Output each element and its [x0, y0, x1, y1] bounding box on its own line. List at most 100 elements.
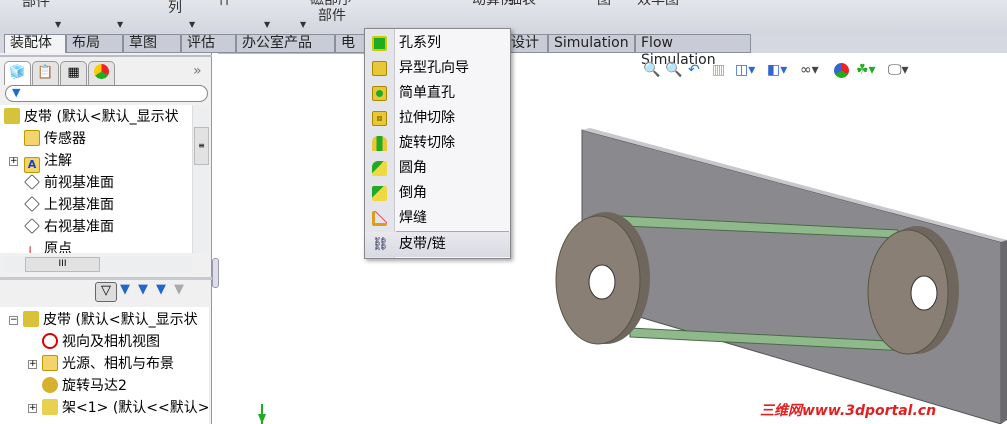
belt-chain-icon: ⛓ — [372, 237, 389, 252]
toolbar-label[interactable]: 部件 — [318, 8, 346, 24]
tree-item[interactable]: 视向及相机视图 — [42, 331, 160, 353]
tree-item[interactable]: 皮带 (默认<默认_显示状 — [23, 309, 198, 331]
part-icon — [42, 399, 58, 415]
plane-icon — [24, 174, 40, 190]
view-orientation-icon[interactable]: ◫▾ — [735, 62, 755, 78]
tree-item[interactable]: ⊥ 原点 — [24, 238, 72, 253]
vertical-scrollbar[interactable]: ≡ — [192, 105, 209, 253]
menu-item-extruded-cut[interactable]: 拉伸切除 — [365, 106, 510, 131]
panel-splitter[interactable] — [0, 277, 212, 280]
tree-item[interactable]: 旋转马达2 — [42, 375, 127, 397]
menu-item-hole-wizard[interactable]: 异型孔向导 — [365, 56, 510, 81]
menu-item-simple-hole[interactable]: 简单直孔 — [365, 81, 510, 106]
tab-simulation[interactable]: Simulation — [548, 34, 635, 53]
revolved-cut-icon — [372, 136, 387, 151]
toolbar-label[interactable]: 图 — [597, 0, 611, 8]
horizontal-scrollbar[interactable]: III — [4, 256, 192, 273]
dropdown-arrow-icon[interactable]: ▼ — [300, 20, 306, 29]
tree-item[interactable]: 光源、相机与布景 — [42, 353, 174, 375]
tab-layout[interactable]: 布局 — [66, 34, 123, 53]
tree-item[interactable]: 皮带 (默认<默认_显示状 — [4, 106, 179, 128]
toolbar-label[interactable]: 什 — [218, 0, 232, 8]
toolbar-label[interactable]: 磁部序 — [310, 0, 352, 8]
tab-assembly[interactable]: 装配体 — [4, 34, 66, 54]
edit-appearance-icon[interactable] — [834, 63, 849, 78]
extruded-cut-icon — [372, 111, 387, 126]
menu-item-chamfer[interactable]: 倒角 — [365, 181, 510, 206]
tree-item[interactable]: 前视基准面 — [24, 172, 114, 194]
fillet-icon — [372, 161, 387, 176]
filter-toggle-icon[interactable]: ▽ — [95, 282, 117, 302]
menu-item-label: 异型孔向导 — [399, 60, 469, 76]
filter-input[interactable]: ▼ — [5, 85, 208, 102]
tree-item-label: 右视基准面 — [44, 219, 114, 235]
tab-evaluate[interactable]: 评估 — [181, 34, 236, 53]
hole-wizard-icon — [372, 61, 387, 76]
dropdown-arrow-icon[interactable]: ▼ — [117, 20, 123, 29]
tree-item[interactable]: 右视基准面 — [24, 216, 114, 238]
section-view-icon[interactable]: ▥ — [712, 62, 725, 78]
menu-item-label: 旋转切除 — [399, 135, 455, 151]
hide-show-items-icon[interactable]: ∞▾ — [800, 62, 819, 78]
menu-item-label: 圆角 — [399, 160, 427, 176]
tab-design[interactable]: 设计 — [505, 34, 548, 53]
menu-item-hole-series[interactable]: 孔系列 — [365, 31, 510, 56]
tab-office-products[interactable]: 办公室产品 — [236, 34, 335, 53]
dropdown-arrow-icon[interactable]: ▼ — [189, 20, 195, 29]
sensor-folder-icon — [24, 130, 40, 146]
menu-item-label: 焊缝 — [399, 210, 427, 226]
zoom-to-area-icon[interactable]: 🔍 — [665, 62, 682, 78]
tree-item-label: 皮带 (默认<默认_显示状 — [43, 312, 198, 328]
filter-icon[interactable]: ▼ — [12, 86, 20, 99]
menu-item-revolved-cut[interactable]: 旋转切除 — [365, 131, 510, 156]
tab-feature-manager[interactable]: 🧊 — [4, 61, 31, 85]
expand-panel-icon[interactable]: » — [193, 63, 202, 79]
expand-icon[interactable]: + — [28, 404, 37, 413]
viewport-border — [218, 53, 368, 57]
tree-item-label: 传感器 — [44, 131, 86, 147]
tab-flow-simulation[interactable]: Flow Simulation — [635, 34, 751, 68]
menu-item-belt-chain[interactable]: ⛓ 皮带/链 — [365, 232, 510, 257]
menu-item-fillet[interactable]: 圆角 — [365, 156, 510, 181]
camera-view-icon — [42, 333, 58, 349]
menu-item-label: 皮带/链 — [399, 236, 446, 252]
expand-icon[interactable]: + — [28, 360, 37, 369]
tab-property-manager[interactable]: 📋 — [32, 61, 59, 85]
motion-filter-icons[interactable]: ▼▼▼▼ — [120, 282, 192, 297]
toolbar-label[interactable]: 部件 — [22, 0, 50, 10]
toolbar-label[interactable]: 列 — [168, 0, 182, 16]
tree-item-label: 光源、相机与布景 — [62, 356, 174, 372]
rotary-motor-icon — [42, 377, 58, 393]
motion-tree: − 皮带 (默认<默认_显示状 视向及相机视图 + 光源、相机与布景 旋转马达2… — [0, 307, 209, 424]
menu-item-label: 简单直孔 — [399, 85, 455, 101]
view-settings-icon[interactable]: 🖵▾ — [888, 62, 909, 78]
tree-item-label: 原点 — [44, 241, 72, 253]
triad-icon — [258, 404, 266, 424]
tree-item[interactable]: 架<1> (默认<<默认> — [42, 397, 209, 419]
previous-view-icon[interactable]: ↶ — [688, 62, 700, 78]
display-style-icon[interactable]: ◧▾ — [767, 62, 787, 78]
dropdown-arrow-icon[interactable]: ▼ — [55, 20, 61, 29]
zoom-to-fit-icon[interactable]: 🔍 — [643, 62, 660, 78]
chamfer-icon — [372, 186, 387, 201]
scrollbar-thumb[interactable]: III — [25, 257, 100, 272]
tree-item[interactable]: 上视基准面 — [24, 194, 114, 216]
panel-collapse-handle[interactable] — [212, 258, 219, 288]
menu-item-label: 倒角 — [399, 185, 427, 201]
tab-sketch[interactable]: 草图 — [123, 34, 181, 53]
toolbar-label[interactable]: 细表 — [508, 0, 536, 8]
tree-item[interactable]: A 注解 — [24, 150, 72, 173]
toolbar-label[interactable]: 效率图 — [637, 0, 679, 8]
plate-side-edge — [1001, 240, 1007, 424]
menu-item-weld-bead[interactable]: 焊缝 — [365, 206, 510, 231]
tree-item[interactable]: 传感器 — [24, 128, 86, 150]
apply-scene-icon[interactable]: ☘▾ — [856, 62, 876, 78]
expand-icon[interactable]: + — [9, 157, 18, 166]
dropdown-arrow-icon[interactable]: ▼ — [264, 20, 270, 29]
collapse-icon[interactable]: − — [9, 316, 18, 325]
tab-display-manager[interactable] — [88, 61, 115, 85]
scrollbar-thumb[interactable]: ≡ — [194, 127, 209, 165]
graphics-area-model[interactable] — [520, 120, 1007, 424]
assembly-icon — [4, 108, 20, 124]
tab-configuration-manager[interactable]: ▦ — [60, 61, 87, 85]
